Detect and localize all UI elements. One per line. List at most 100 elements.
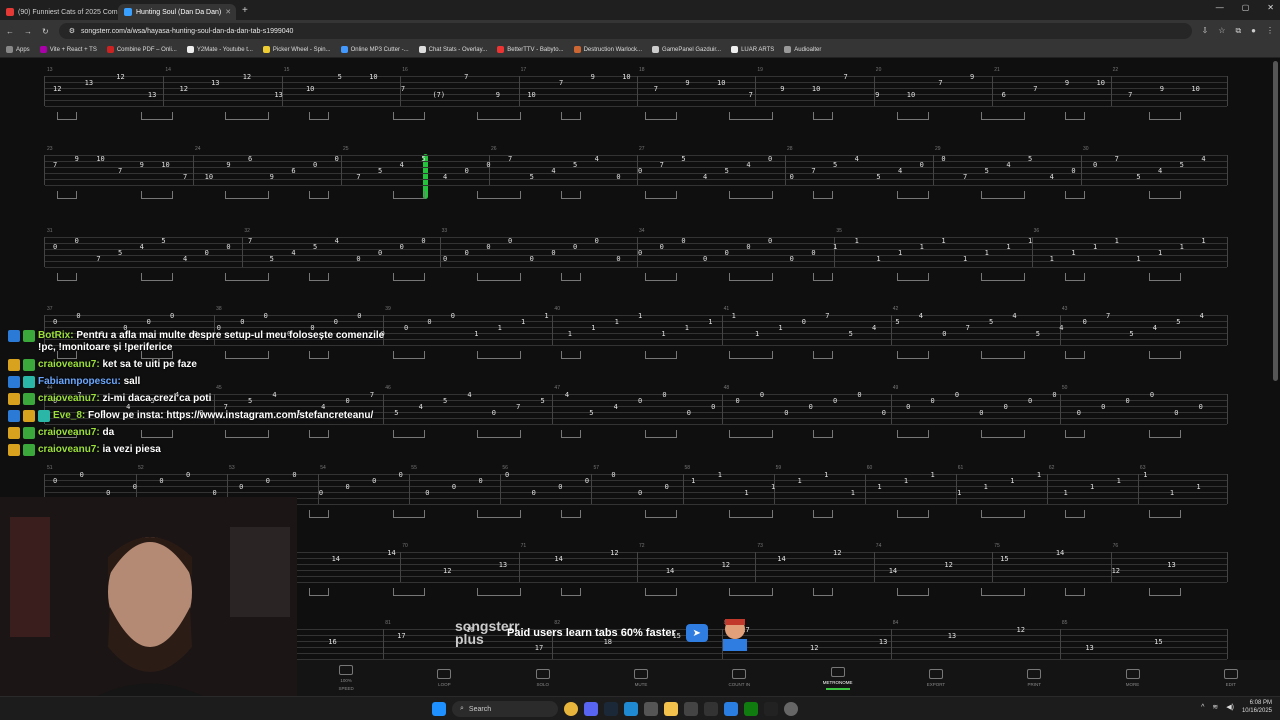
rhythm-beam xyxy=(645,588,677,596)
bookmark-item[interactable]: Online MP3 Cutter -... xyxy=(340,46,409,53)
close-icon[interactable]: ✕ xyxy=(225,8,231,16)
bookmark-item[interactable]: LUAR ARTS xyxy=(731,46,774,53)
app-icon[interactable] xyxy=(724,702,738,716)
bookmark-item[interactable]: Audioalter xyxy=(784,46,821,53)
fret-number: 7 xyxy=(965,324,970,332)
export-button[interactable]: EXPORT xyxy=(906,669,966,687)
rhythm-beam xyxy=(309,112,329,120)
fret-number: 0 xyxy=(421,237,426,245)
obs-icon[interactable] xyxy=(784,702,798,716)
chat-text: craioveanu7: ia vezi piesa xyxy=(38,444,161,456)
volume-icon[interactable]: ◀) xyxy=(1226,703,1234,711)
windows-start-icon[interactable] xyxy=(432,702,446,716)
bookmark-item[interactable]: Vite + React + TS xyxy=(39,46,97,53)
mute-icon xyxy=(634,669,649,679)
print-button[interactable]: PRINT xyxy=(1004,669,1064,687)
close-window-icon[interactable]: ✕ xyxy=(1267,3,1274,12)
fret-number: 12 xyxy=(944,561,953,569)
bookmark-item[interactable]: Apps xyxy=(6,46,30,53)
loop-button[interactable]: LOOP xyxy=(414,669,474,687)
forward-icon[interactable]: → xyxy=(24,27,32,36)
steam-icon[interactable] xyxy=(604,702,618,716)
xbox-icon[interactable] xyxy=(744,702,758,716)
menu-icon[interactable]: ⋮ xyxy=(1266,26,1274,36)
bar-line xyxy=(552,394,554,424)
bar-line xyxy=(873,552,875,582)
bookmark-item[interactable]: Picker Wheel - Spin... xyxy=(262,46,331,53)
fret-number: 4 xyxy=(139,243,144,251)
bookmark-item[interactable]: GamePanel Gazduir... xyxy=(652,46,721,53)
speed-button[interactable]: 100% SPEED xyxy=(316,665,376,691)
metronome-button[interactable]: METRONOME xyxy=(808,666,868,690)
folder-icon[interactable] xyxy=(664,702,678,716)
fret-number: 10 xyxy=(906,91,916,99)
address-bar[interactable]: ⚙ songsterr.com/a/wsa/hayasa-hunting-sou… xyxy=(58,23,1192,39)
fret-number: 9 xyxy=(74,155,79,163)
browser-tab-youtube[interactable]: (90) Funniest Cats of 2025 Com ✕ xyxy=(0,4,118,20)
taskbar-search[interactable]: ⌕ Search xyxy=(452,701,558,717)
songsterr-plus-promo[interactable]: songsterr plus Paid users learn tabs 60%… xyxy=(455,614,815,652)
tray-chevron-icon[interactable]: ^ xyxy=(1201,704,1204,711)
browser-tab-songsterr[interactable]: Hunting Soul (Dan Da Dan) ✕ xyxy=(118,4,236,20)
edit-button[interactable]: EDIT xyxy=(1201,669,1261,687)
fret-number: 0 xyxy=(106,489,111,497)
fret-number: 0 xyxy=(711,403,716,411)
maximize-icon[interactable]: ▢ xyxy=(1242,3,1250,12)
fret-number: 12 xyxy=(1016,626,1025,634)
bar-number: 40 xyxy=(554,306,560,312)
tab-staff[interactable]: 31 32 33 34 35 36 0 0 7 5 4 5 4 0 0 7 5 4 5 4 0 0 0 0 0 0 0 0 0 0 0 0 0 0… xyxy=(44,228,1228,281)
bar-number: 62 xyxy=(1048,465,1055,471)
more-button[interactable]: MORE xyxy=(1103,669,1163,687)
app-icon[interactable] xyxy=(764,702,778,716)
window-controls: — ▢ ✕ xyxy=(1216,3,1274,12)
fret-number: 1 xyxy=(1116,477,1121,485)
bookmark-item[interactable]: Chat Stats - Overlay... xyxy=(418,46,487,53)
send-icon[interactable]: ➤ xyxy=(685,624,708,642)
chrome-icon[interactable] xyxy=(564,702,578,716)
app-icon[interactable] xyxy=(704,702,718,716)
install-icon[interactable]: ⇩ xyxy=(1202,26,1209,36)
mute-button[interactable]: MUTE xyxy=(611,669,671,687)
fret-number: 15 xyxy=(1154,638,1163,646)
tab-staff[interactable]: 13 14 15 16 17 18 19 20 21 22 12 13 12 13 12 13 12 13 10 5 1… xyxy=(44,67,1228,120)
reload-icon[interactable]: ↻ xyxy=(42,27,49,36)
string-line xyxy=(45,88,1227,89)
fret-number: 1 xyxy=(833,243,838,251)
fret-number: 1 xyxy=(1179,243,1184,251)
count-in-button[interactable]: COUNT IN xyxy=(709,669,769,687)
fret-number: 1 xyxy=(744,489,749,497)
solo-button[interactable]: SOLO xyxy=(513,669,573,687)
bookmark-item[interactable]: BetterTTV - Babyto... xyxy=(497,46,564,53)
bookmark-icon xyxy=(731,46,739,53)
rhythm-beam xyxy=(897,351,929,359)
bar-number: 43 xyxy=(1061,306,1068,312)
clock[interactable]: 6:08 PM 10/16/2025 xyxy=(1242,699,1272,715)
vscode-icon[interactable] xyxy=(624,702,638,716)
back-icon[interactable]: ← xyxy=(6,27,14,36)
fret-number: 0 xyxy=(941,155,946,163)
new-tab-button[interactable]: + xyxy=(242,5,248,16)
fret-number: 1 xyxy=(684,324,690,332)
discord-icon[interactable] xyxy=(584,702,598,716)
minimize-icon[interactable]: — xyxy=(1216,3,1224,12)
bar-number: 85 xyxy=(1061,620,1068,626)
wifi-icon[interactable]: ≋ xyxy=(1212,703,1218,711)
tab-staff[interactable]: 23 24 25 26 27 28 29 30 7 9 10 7 9 10 7 10 9 6 9 6 0 0 7 5 4 5 4 0 0… xyxy=(44,146,1228,199)
page-scrollbar[interactable] xyxy=(1273,61,1278,381)
extensions-icon[interactable]: ⧉ xyxy=(1235,26,1241,36)
fret-number: 7 xyxy=(1128,91,1133,99)
string-line xyxy=(45,76,1227,77)
chat-message: craioveanu7: da xyxy=(8,427,388,439)
fret-number: 5 xyxy=(378,167,383,175)
profile-icon[interactable]: ● xyxy=(1251,26,1256,36)
bookmark-item[interactable]: Destruction Warlock... xyxy=(573,46,642,53)
bookmark-item[interactable]: Combine PDF – Onli... xyxy=(106,46,177,53)
app-icon[interactable] xyxy=(644,702,658,716)
bookmark-icon xyxy=(186,46,194,53)
site-info-icon[interactable]: ⚙ xyxy=(69,27,75,35)
app-icon[interactable] xyxy=(684,702,698,716)
bookmark-item[interactable]: Y2Mate - Youtube t... xyxy=(186,46,253,53)
bookmark-star-icon[interactable]: ☆ xyxy=(1218,26,1225,36)
string-line xyxy=(45,237,1227,238)
fret-number: 0 xyxy=(659,243,664,251)
